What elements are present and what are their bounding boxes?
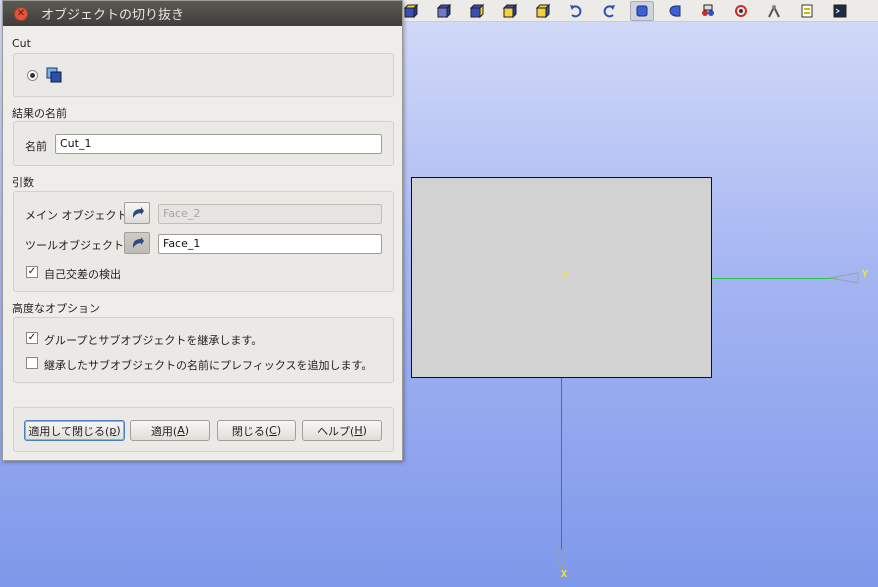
close-icon[interactable]: ✕: [14, 6, 28, 21]
operation-section-label: Cut: [12, 37, 31, 50]
result-section-label: 結果の名前: [12, 107, 67, 120]
prefix-checkbox[interactable]: [26, 357, 38, 369]
select-arrow-icon: [132, 207, 144, 218]
apply-close-key: p: [109, 424, 117, 437]
tool-object-label: ツールオブジェクト: [25, 239, 124, 252]
apply-close-label: 適用して閉じる(: [28, 424, 110, 438]
paren: ): [362, 424, 367, 437]
inherit-label: グループとサブオブジェクトを継承します。: [44, 334, 263, 347]
main-object-input[interactable]: Face_2: [158, 204, 382, 224]
button-group: 適用して閉じる(p) 適用(A) 閉じる(C) ヘルプ(H): [13, 407, 394, 452]
select-arrow-icon: [132, 237, 144, 248]
paren: ): [276, 424, 282, 437]
paren: ): [116, 424, 121, 437]
y-axis-label: Y: [862, 269, 869, 280]
z-axis-label: Z: [562, 270, 569, 281]
cut-operation-icon: [46, 67, 62, 83]
help-button[interactable]: ヘルプ(H): [302, 420, 382, 441]
help-label: ヘルプ(: [317, 424, 355, 438]
x-axis-line: [561, 378, 562, 550]
prefix-label: 継承したサブオブジェクトの名前にプレフィックスを追加します。: [44, 359, 373, 372]
close-label: 閉じる(: [231, 424, 270, 438]
dialog-title: オブジェクトの切り抜き: [41, 8, 185, 23]
y-axis-arrow: [830, 272, 859, 284]
name-label: 名前: [25, 140, 47, 153]
arguments-group: メイン オブジェクト Face_2 ツールオブジェクト Face_1 ✓ 自己交…: [13, 191, 394, 292]
name-input[interactable]: Cut_1: [55, 134, 382, 154]
x-axis-label: X: [561, 569, 568, 580]
y-axis-line: [712, 278, 837, 279]
advanced-section-label: 高度なオプション: [12, 302, 100, 315]
close-key: C: [269, 424, 277, 437]
apply-close-button[interactable]: 適用して閉じる(p): [24, 420, 125, 441]
cut-dialog: ✕ オブジェクトの切り抜き Cut 結果の名前 名前 Cut_1 引数 メイン …: [2, 0, 403, 461]
inherit-checkbox[interactable]: ✓: [26, 332, 38, 344]
self-intersection-label: 自己交差の検出: [44, 268, 121, 281]
apply-key: A: [177, 424, 185, 437]
operation-group: [13, 53, 394, 97]
paren: ): [184, 424, 190, 437]
cut-radio[interactable]: [27, 70, 38, 81]
self-intersection-checkbox[interactable]: ✓: [26, 266, 38, 278]
dialog-titlebar[interactable]: ✕ オブジェクトの切り抜き: [3, 1, 402, 26]
arguments-section-label: 引数: [12, 176, 34, 189]
help-key: H: [354, 424, 363, 437]
tool-object-input[interactable]: Face_1: [158, 234, 382, 254]
main-object-select-button[interactable]: [124, 202, 150, 224]
result-group: 名前 Cut_1: [13, 121, 394, 166]
apply-button[interactable]: 適用(A): [130, 420, 210, 441]
close-button[interactable]: 閉じる(C): [217, 420, 296, 441]
tool-object-select-button[interactable]: [124, 232, 150, 254]
apply-label: 適用(: [150, 424, 178, 438]
main-object-label: メイン オブジェクト: [25, 209, 128, 222]
advanced-group: ✓ グループとサブオブジェクトを継承します。 継承したサブオブジェクトの名前にプ…: [13, 317, 394, 383]
